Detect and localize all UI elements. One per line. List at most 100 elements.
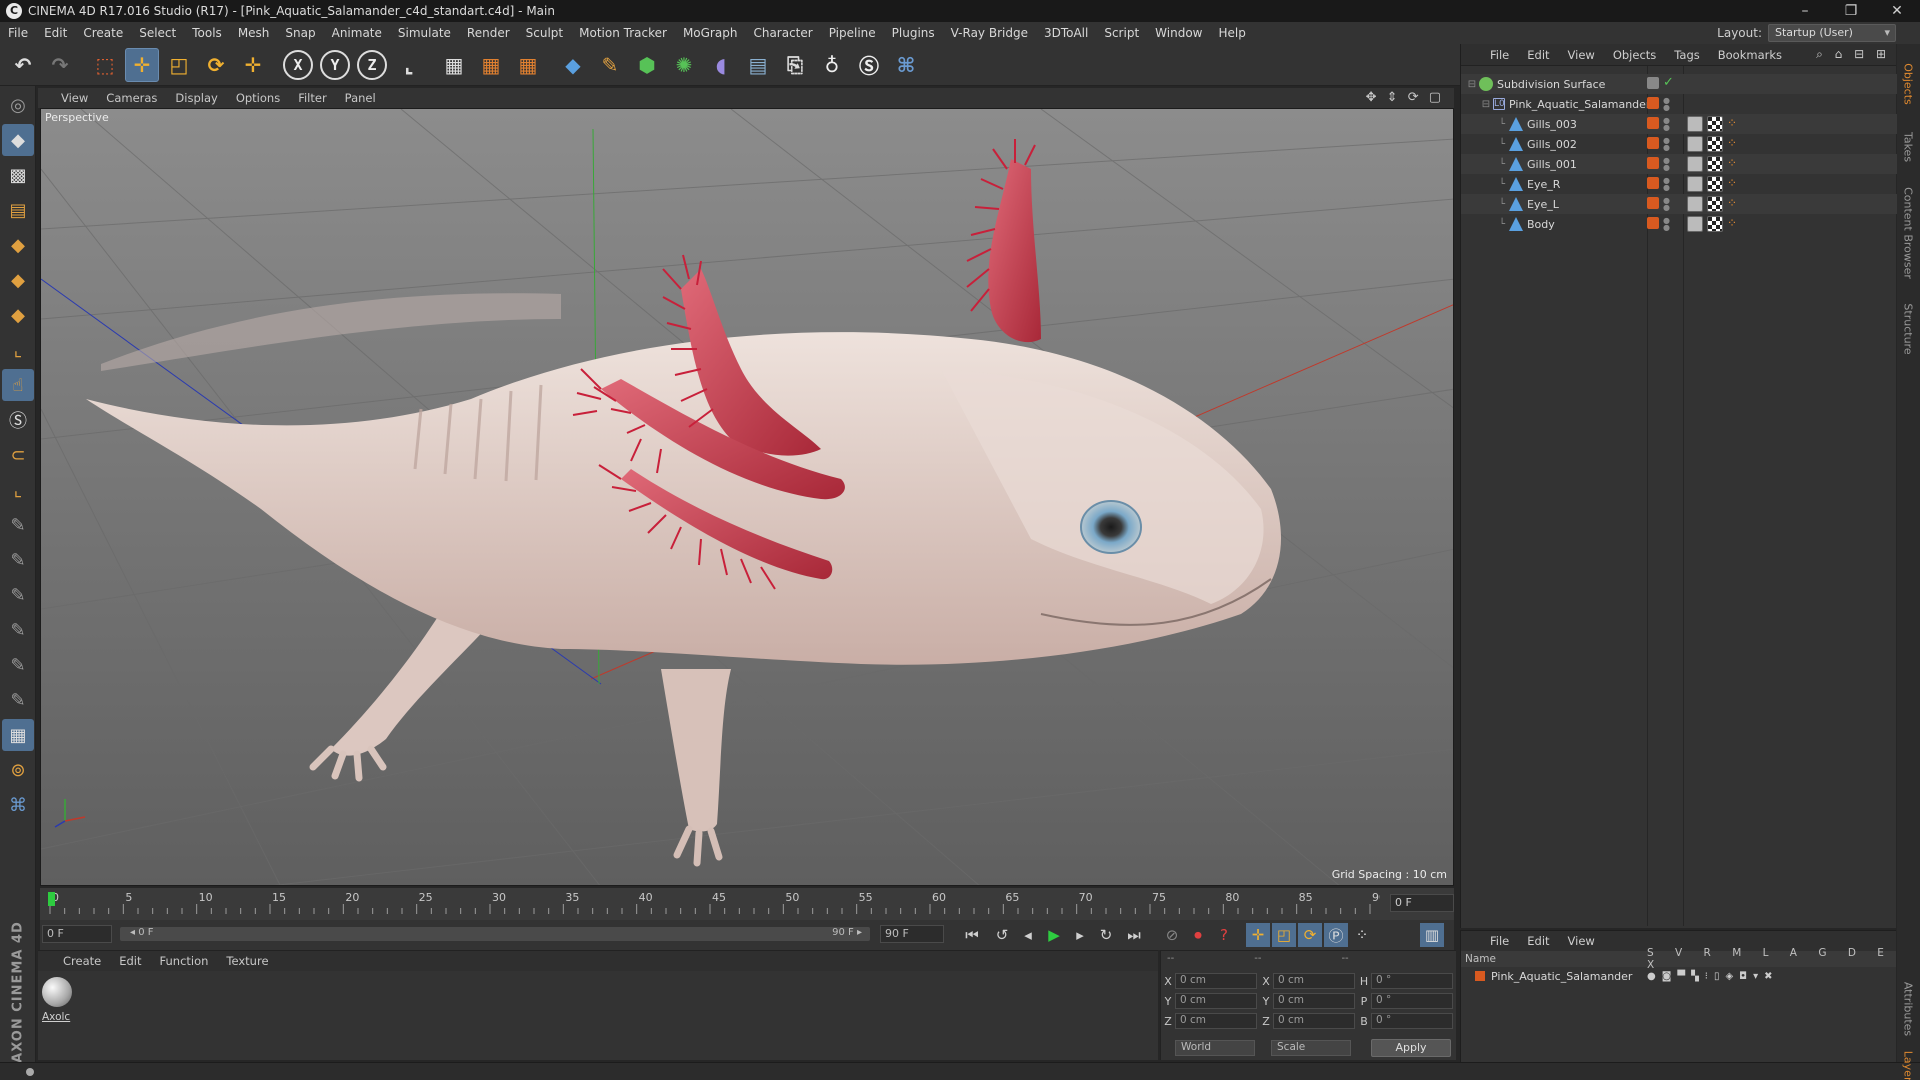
menu-3dtoall[interactable]: 3DToAll	[1036, 22, 1096, 44]
python-icon[interactable]: ⌘	[889, 48, 923, 82]
object-name[interactable]: Subdivision Surface	[1497, 78, 1605, 91]
object-row[interactable]: └ Body ● ● ⁘	[1461, 214, 1897, 234]
material-menu-function[interactable]: Function	[151, 954, 218, 968]
brush-icon-5[interactable]: ✎	[2, 649, 34, 681]
menu-mesh[interactable]: Mesh	[230, 22, 278, 44]
menu-plugins[interactable]: Plugins	[884, 22, 943, 44]
lock-workplane-icon[interactable]: ▦	[2, 719, 34, 751]
material-swatch[interactable]	[42, 977, 72, 1007]
workplane-axis-icon[interactable]: ⌞	[2, 474, 34, 506]
selection-tag-icon[interactable]: ⁘	[1727, 176, 1737, 192]
key-parameter-icon[interactable]: Ⓟ	[1324, 923, 1348, 947]
redo-icon[interactable]: ↷	[43, 48, 77, 82]
menu-help[interactable]: Help	[1210, 22, 1253, 44]
floor-icon[interactable]: ▤	[741, 48, 775, 82]
uvw-tag-icon[interactable]	[1707, 136, 1723, 152]
rotation-p-field[interactable]: 0 °	[1371, 993, 1453, 1009]
material-tag-icon[interactable]	[1687, 216, 1703, 232]
visibility-dots-icon[interactable]: ● ●	[1663, 117, 1670, 132]
key-pla-icon[interactable]: ⁘	[1350, 923, 1374, 947]
visibility-dots-icon[interactable]: ● ●	[1663, 177, 1670, 192]
size-y-field[interactable]: 0 cm	[1273, 993, 1355, 1009]
polygons-mode-icon[interactable]: ◆	[2, 299, 34, 331]
y-axis-icon[interactable]: Y	[318, 48, 352, 82]
undo-icon[interactable]: ↶	[6, 48, 40, 82]
layer-flag-icons[interactable]: ●◙▀▚⁝▯◈◘▾✖	[1647, 971, 1779, 982]
minimize-button[interactable]: –	[1782, 0, 1828, 22]
uvw-tag-icon[interactable]	[1707, 116, 1723, 132]
visibility-dots-icon[interactable]: ● ●	[1663, 217, 1670, 232]
viewport-menu-view[interactable]: View	[52, 91, 97, 105]
collapse-icon[interactable]: ⊟	[1465, 79, 1479, 90]
subdivision-icon[interactable]: ⬢	[630, 48, 664, 82]
key-position-icon[interactable]: ✛	[1246, 923, 1270, 947]
current-frame-field[interactable]: 0 F	[1390, 894, 1454, 912]
snap-icon[interactable]: ⊚	[2, 754, 34, 786]
viewport-menu-options[interactable]: Options	[227, 91, 289, 105]
tab-layers[interactable]: Layers	[1897, 1044, 1920, 1080]
material-menu-create[interactable]: Create	[54, 954, 110, 968]
key-rotation-icon[interactable]: ⟳	[1298, 923, 1322, 947]
position-y-field[interactable]: 0 cm	[1175, 993, 1257, 1009]
material-tag-icon[interactable]	[1687, 176, 1703, 192]
selection-tag-icon[interactable]: ⁘	[1727, 156, 1737, 172]
apply-button[interactable]: Apply	[1371, 1039, 1451, 1057]
object-row[interactable]: ⊟ Subdivision Surface ✓	[1461, 74, 1897, 94]
play-icon[interactable]: ▶	[1042, 923, 1066, 947]
menu-render[interactable]: Render	[459, 22, 518, 44]
cloner-icon[interactable]: ✺	[667, 48, 701, 82]
layer-menu-view[interactable]: View	[1559, 934, 1604, 948]
keyframe-selection-icon[interactable]: ?	[1212, 923, 1236, 947]
tab-structure[interactable]: Structure	[1897, 294, 1920, 364]
start-frame-field[interactable]: 0 F	[42, 925, 112, 943]
visibility-dots-icon[interactable]: ● ●	[1663, 197, 1670, 212]
camera-icon[interactable]: ⎘	[778, 48, 812, 82]
goto-end-icon[interactable]: ⏭	[1122, 923, 1146, 947]
material-tag-icon[interactable]	[1687, 196, 1703, 212]
end-frame-field[interactable]: 90 F	[880, 925, 944, 943]
next-key-icon[interactable]: ↻	[1094, 923, 1118, 947]
move-icon[interactable]: ✛	[125, 47, 159, 82]
python-side-icon[interactable]: ⌘	[2, 789, 34, 821]
viewport-menu-display[interactable]: Display	[166, 91, 226, 105]
object-row[interactable]: └ Eye_L ● ● ⁘	[1461, 194, 1897, 214]
magnet-icon[interactable]: ⊂	[2, 439, 34, 471]
tweak-mode-icon[interactable]: ☝	[2, 369, 34, 401]
rotation-h-field[interactable]: 0 °	[1371, 973, 1453, 989]
menu-tools[interactable]: Tools	[184, 22, 230, 44]
menu-pipeline[interactable]: Pipeline	[821, 22, 884, 44]
workplane-mode-icon[interactable]: ▤	[2, 194, 34, 226]
object-row[interactable]: ⊟ L0 Pink_Aquatic_Salamander ● ●	[1461, 94, 1897, 114]
brush-icon-6[interactable]: ✎	[2, 684, 34, 716]
material-menu-texture[interactable]: Texture	[217, 954, 277, 968]
recent-tool-icon[interactable]: ✛	[236, 48, 270, 82]
menu-vray-bridge[interactable]: V-Ray Bridge	[943, 22, 1036, 44]
menu-motion-tracker[interactable]: Motion Tracker	[571, 22, 675, 44]
python-script-icon[interactable]: Ⓢ	[852, 48, 886, 82]
selection-tag-icon[interactable]: ⁘	[1727, 196, 1737, 212]
render-settings-icon[interactable]: ▦	[511, 48, 545, 82]
timeline[interactable]: 051015202530354045505560657075808590 0 F	[40, 888, 1454, 922]
object-menu-bookmarks[interactable]: Bookmarks	[1709, 48, 1791, 62]
size-z-field[interactable]: 0 cm	[1273, 1013, 1355, 1029]
axis-mode-icon[interactable]: ⌞	[2, 334, 34, 366]
render-view-icon[interactable]: ▦	[437, 48, 471, 82]
object-name[interactable]: Gills_001	[1527, 158, 1577, 171]
object-menu-view[interactable]: View	[1559, 48, 1604, 62]
object-manager-header-icons[interactable]: ⌕ ⌂ ⊟ ⊞	[1816, 47, 1890, 62]
menu-snap[interactable]: Snap	[277, 22, 323, 44]
enabled-check-icon[interactable]: ✓	[1663, 76, 1677, 89]
uvw-tag-icon[interactable]	[1707, 196, 1723, 212]
menu-select[interactable]: Select	[131, 22, 184, 44]
menu-script[interactable]: Script	[1096, 22, 1147, 44]
brush-icon-3[interactable]: ✎	[2, 579, 34, 611]
object-menu-file[interactable]: File	[1481, 48, 1518, 62]
uvw-tag-icon[interactable]	[1707, 176, 1723, 192]
cube-icon[interactable]: ◆	[556, 48, 590, 82]
texture-mode-icon[interactable]: ▩	[2, 159, 34, 191]
material-label[interactable]: Axolc	[42, 1011, 70, 1023]
edges-mode-icon[interactable]: ◆	[2, 264, 34, 296]
goto-start-icon[interactable]: ⏮	[960, 923, 984, 947]
light-icon[interactable]: ♁	[815, 48, 849, 82]
solo-mode-icon[interactable]: Ⓢ	[2, 404, 34, 436]
